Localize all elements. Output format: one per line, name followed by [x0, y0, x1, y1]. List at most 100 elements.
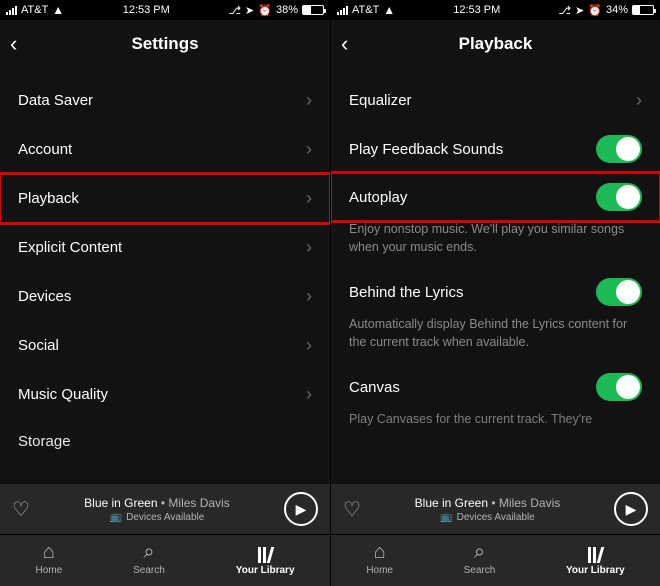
- toggle-autoplay[interactable]: [596, 183, 642, 211]
- library-icon: [258, 541, 272, 563]
- battery-pct: 38%: [276, 4, 298, 16]
- nav-home[interactable]: ⌂ Home: [366, 541, 393, 576]
- phone-left: AT&T ▲ 12:53 PM ⎇ ➤ ⏰ 38% ‹ Settings Dat…: [0, 0, 330, 586]
- heart-icon[interactable]: ♡: [343, 497, 361, 522]
- mini-player-info: Blue in Green • Miles Davis 📺Devices Ava…: [40, 496, 274, 523]
- location-icon: ➤: [245, 4, 254, 17]
- nav-label: Search: [464, 565, 496, 576]
- row-label: Account: [18, 141, 72, 158]
- devices-label: Devices Available: [126, 512, 204, 523]
- library-icon: [588, 541, 602, 563]
- alarm-icon: ⏰: [258, 4, 272, 17]
- carrier-label: AT&T: [21, 4, 48, 16]
- autoplay-description: Enjoy nonstop music. We'll play you simi…: [331, 221, 660, 268]
- chevron-right-icon: ›: [306, 384, 312, 405]
- nav-search[interactable]: ⌕ Search: [133, 541, 165, 576]
- track-title: Blue in Green: [415, 496, 488, 510]
- home-icon: ⌂: [43, 541, 55, 563]
- row-label: Canvas: [349, 379, 400, 396]
- row-play-feedback-sounds: Play Feedback Sounds: [331, 125, 660, 173]
- alarm-icon: ⏰: [588, 4, 602, 17]
- row-playback[interactable]: Playback ›: [0, 174, 330, 223]
- canvas-description: Play Canvases for the current track. The…: [331, 411, 660, 429]
- row-explicit-content[interactable]: Explicit Content ›: [0, 223, 330, 272]
- row-label: Equalizer: [349, 92, 412, 109]
- carrier-label: AT&T: [352, 4, 379, 16]
- row-social[interactable]: Social ›: [0, 321, 330, 370]
- mini-player[interactable]: ♡ Blue in Green • Miles Davis 📺Devices A…: [331, 484, 660, 534]
- status-bar: AT&T ▲ 12:53 PM ⎇ ➤ ⏰ 38%: [0, 0, 330, 20]
- heart-icon[interactable]: ♡: [12, 497, 30, 522]
- chevron-right-icon: ›: [306, 90, 312, 111]
- track-separator: •: [158, 496, 169, 510]
- back-button[interactable]: ‹: [10, 31, 17, 57]
- header: ‹ Settings: [0, 20, 330, 68]
- bottom-nav: ⌂ Home ⌕ Search Your Library: [0, 534, 330, 586]
- home-icon: ⌂: [374, 541, 386, 563]
- row-label: Social: [18, 337, 59, 354]
- row-label: Playback: [18, 190, 79, 207]
- status-time: 12:53 PM: [123, 4, 170, 16]
- signal-icon: [337, 6, 348, 15]
- nav-label: Home: [35, 565, 62, 576]
- row-autoplay: Autoplay: [331, 173, 660, 221]
- track-title: Blue in Green: [84, 496, 157, 510]
- nav-home[interactable]: ⌂ Home: [35, 541, 62, 576]
- row-label: Devices: [18, 288, 71, 305]
- row-behind-lyrics: Behind the Lyrics: [331, 268, 660, 316]
- bluetooth-icon: ⎇: [228, 4, 241, 17]
- mini-player-info: Blue in Green • Miles Davis 📺Devices Ava…: [371, 496, 604, 523]
- row-storage[interactable]: Storage: [0, 419, 330, 450]
- row-equalizer[interactable]: Equalizer ›: [331, 76, 660, 125]
- location-icon: ➤: [575, 4, 584, 17]
- page-title: Playback: [459, 34, 533, 54]
- wifi-icon: ▲: [52, 3, 64, 17]
- nav-label: Home: [366, 565, 393, 576]
- phone-right: AT&T ▲ 12:53 PM ⎇ ➤ ⏰ 34% ‹ Playback Equ…: [330, 0, 660, 586]
- play-button[interactable]: ▶: [284, 492, 318, 526]
- nav-library[interactable]: Your Library: [566, 541, 625, 576]
- page-title: Settings: [131, 34, 198, 54]
- row-label: Autoplay: [349, 189, 407, 206]
- row-data-saver[interactable]: Data Saver ›: [0, 76, 330, 125]
- header: ‹ Playback: [331, 20, 660, 68]
- lyrics-description: Automatically display Behind the Lyrics …: [331, 316, 660, 363]
- play-button[interactable]: ▶: [614, 492, 648, 526]
- bluetooth-icon: ⎇: [558, 4, 571, 17]
- search-icon: ⌕: [474, 541, 485, 563]
- nav-label: Your Library: [566, 565, 625, 576]
- bottom-nav: ⌂ Home ⌕ Search Your Library: [331, 534, 660, 586]
- chevron-right-icon: ›: [636, 90, 642, 111]
- battery-pct: 34%: [606, 4, 628, 16]
- toggle-canvas[interactable]: [596, 373, 642, 401]
- devices-icon: 📺: [440, 512, 452, 523]
- nav-search[interactable]: ⌕ Search: [464, 541, 496, 576]
- settings-list: Data Saver › Account › Playback › Explic…: [0, 68, 330, 484]
- row-label: Explicit Content: [18, 239, 122, 256]
- chevron-right-icon: ›: [306, 335, 312, 356]
- chevron-right-icon: ›: [306, 188, 312, 209]
- wifi-icon: ▲: [383, 3, 395, 17]
- row-label: Storage: [18, 433, 71, 450]
- signal-icon: [6, 6, 17, 15]
- mini-player[interactable]: ♡ Blue in Green • Miles Davis 📺Devices A…: [0, 484, 330, 534]
- status-time: 12:53 PM: [453, 4, 500, 16]
- nav-library[interactable]: Your Library: [236, 541, 295, 576]
- row-label: Behind the Lyrics: [349, 284, 464, 301]
- status-bar: AT&T ▲ 12:53 PM ⎇ ➤ ⏰ 34%: [331, 0, 660, 20]
- nav-label: Your Library: [236, 565, 295, 576]
- row-devices[interactable]: Devices ›: [0, 272, 330, 321]
- row-account[interactable]: Account ›: [0, 125, 330, 174]
- playback-list: Equalizer › Play Feedback Sounds Autopla…: [331, 68, 660, 484]
- row-label: Data Saver: [18, 92, 93, 109]
- chevron-right-icon: ›: [306, 286, 312, 307]
- search-icon: ⌕: [143, 541, 154, 563]
- back-button[interactable]: ‹: [341, 31, 348, 57]
- row-music-quality[interactable]: Music Quality ›: [0, 370, 330, 419]
- chevron-right-icon: ›: [306, 237, 312, 258]
- battery-icon: [632, 5, 654, 15]
- row-label: Play Feedback Sounds: [349, 141, 503, 158]
- toggle-play-feedback-sounds[interactable]: [596, 135, 642, 163]
- devices-icon: 📺: [110, 512, 122, 523]
- toggle-behind-lyrics[interactable]: [596, 278, 642, 306]
